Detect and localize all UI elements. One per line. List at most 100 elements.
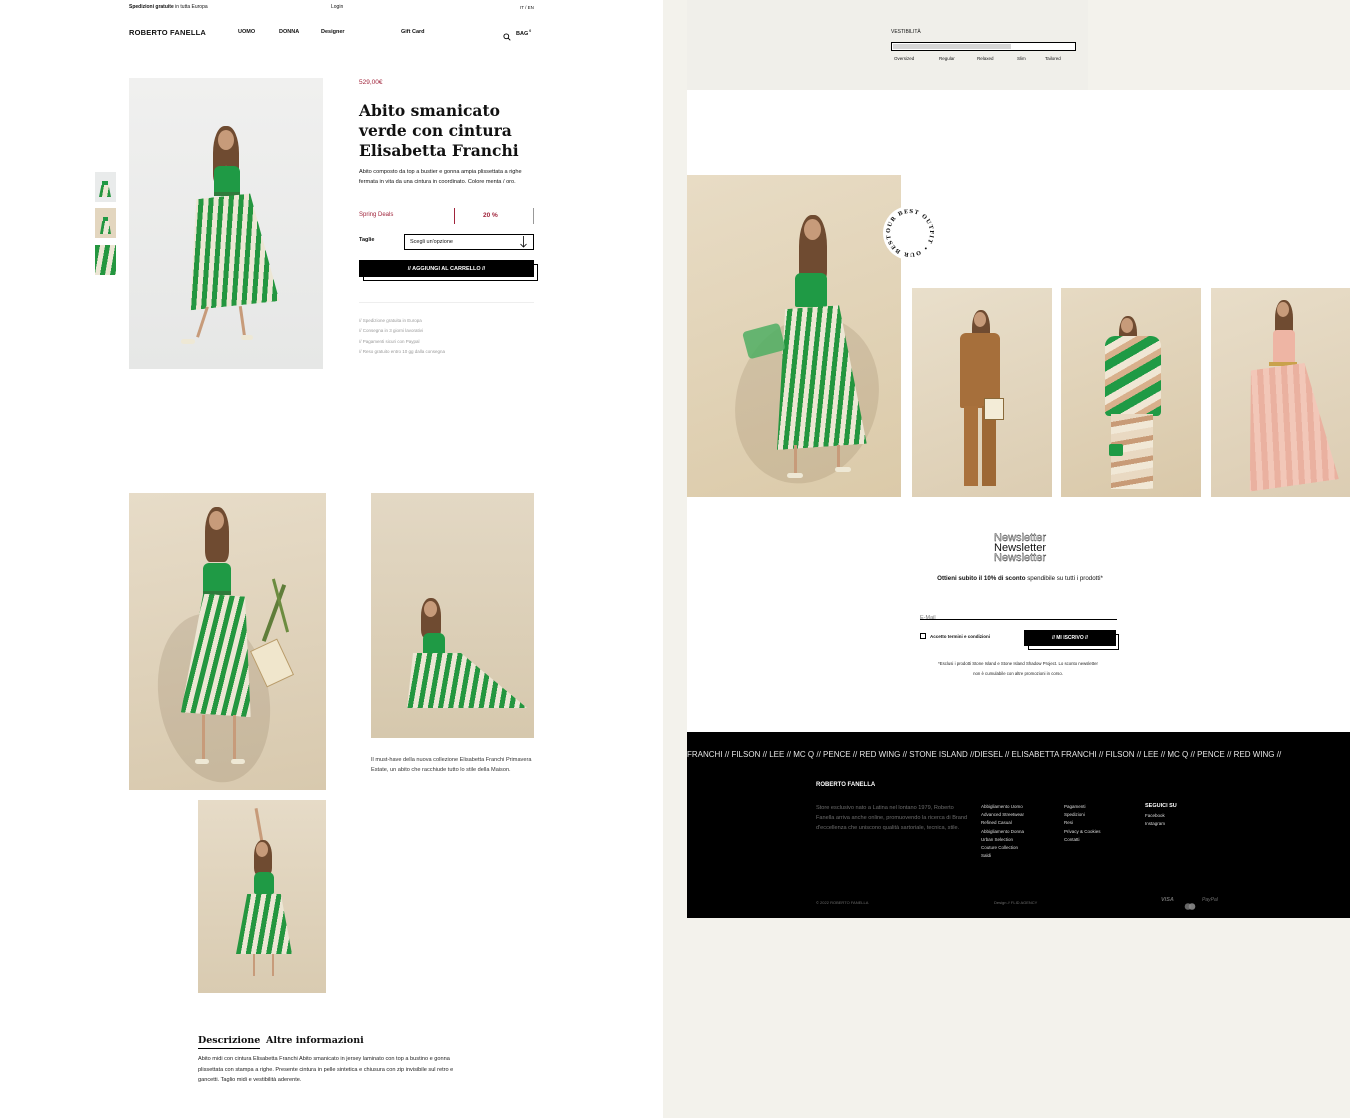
promo-end-divider	[533, 208, 534, 224]
newsletter-title-outline-bottom: Newsletter	[994, 552, 1046, 564]
subscribe-button[interactable]: // MI ISCRIVO //	[1024, 630, 1116, 646]
footer-logo[interactable]: ROBERTO FANELLA	[816, 782, 875, 788]
footer-shop-links: Abbigliamento Uomo Advanced Streetwear R…	[981, 804, 1024, 861]
shipping-notice: Spedizioni gratuite in tutta Europa	[129, 4, 208, 10]
mastercard-icon	[1184, 897, 1196, 910]
shipping-notice-rest: in tutta Europa	[173, 4, 208, 10]
editorial-caption: Il must-have della nuova collezione Elis…	[371, 757, 532, 773]
nav-designer[interactable]: Designer	[321, 29, 345, 35]
footer-link[interactable]: Advanced Streetwear	[981, 812, 1024, 817]
footer-link[interactable]: Contatti	[1064, 837, 1101, 842]
outfit-badge: OUR BEST OUTFIT • OUR BEST OUTFIT •	[879, 201, 938, 261]
footer-info-links: Pagamenti Spedizioni Resi Privacy & Cook…	[1064, 804, 1101, 845]
size-label: Taglie	[359, 237, 375, 243]
bag-count: 0	[529, 29, 532, 33]
bag-label: BAG	[516, 30, 529, 37]
fit-bar	[891, 42, 1076, 51]
editorial-image-3	[198, 800, 326, 993]
footer-link[interactable]: Resi	[1064, 820, 1101, 825]
footer-facebook-link[interactable]: Facebook	[1145, 813, 1165, 818]
footer-link[interactable]: Urban Selection	[981, 837, 1024, 842]
editorial-image-1	[129, 493, 326, 790]
main-product-image[interactable]	[129, 78, 323, 369]
divider	[359, 302, 534, 303]
outfit-image-2	[912, 288, 1052, 497]
product-title: Abito smanicato verde con cintura Elisab…	[359, 101, 549, 161]
newsletter-offer: Ottieni subito il 10% di sconto spendibi…	[930, 574, 1110, 584]
footer-about: Store esclusivo nato a Latina nel lontan…	[816, 805, 968, 831]
nav-donna[interactable]: DONNA	[279, 29, 299, 35]
terms-checkbox[interactable]	[920, 633, 926, 639]
editorial-image-2	[371, 493, 534, 738]
fit-option-tailored: Tailored	[1045, 56, 1061, 61]
visa-logo: VISA	[1161, 897, 1174, 903]
add-to-cart-button[interactable]: // AGGIUNGI AL CARRELLO //	[359, 260, 534, 277]
thumbnail-2[interactable]	[95, 208, 116, 238]
product-page: Spedizioni gratuite in tutta Europa Logi…	[0, 0, 663, 1118]
footer-link[interactable]: Spedizioni	[1064, 812, 1101, 817]
outfit-image-4	[1211, 288, 1350, 497]
tab-descrizione[interactable]: Descrizione	[198, 1035, 261, 1049]
arrow-down-icon	[520, 236, 527, 250]
footer-link[interactable]: Abbigliamento Uomo	[981, 804, 1024, 809]
perk-item: // Reso gratuito entro 10 gg dalla conse…	[359, 348, 446, 354]
product-description: Abito composto da top a bustier e gonna …	[359, 169, 522, 185]
tab-description-text: Abito midi con cintura Elisabetta Franch…	[198, 1056, 454, 1083]
nav-uomo[interactable]: UOMO	[238, 29, 255, 35]
perk-item: // Spedizione gratuita in Europa	[359, 318, 422, 323]
fit-panel: VESTIBILITÀ Oversized Regular Relaxed Sl…	[687, 0, 1088, 90]
brand-marquee: FRANCHI // FILSON // LEE // MC Q // PENC…	[687, 750, 1282, 759]
language-switch[interactable]: IT / EN	[520, 5, 534, 10]
fit-option-regular: Regular	[939, 56, 955, 61]
promo-value: 20 %	[483, 212, 498, 219]
footer: FRANCHI // FILSON // LEE // MC Q // PENC…	[687, 732, 1350, 918]
newsletter-offer-rest: spendibile su tutti i prodotti*	[1025, 575, 1103, 582]
paypal-logo: PayPal	[1202, 897, 1218, 903]
logo[interactable]: ROBERTO FANELLA	[129, 28, 206, 37]
email-field[interactable]	[920, 606, 1117, 621]
footer-instagram-link[interactable]: Instagram	[1145, 821, 1165, 826]
nav-gift-card[interactable]: Gift Card	[401, 29, 425, 35]
footer-link[interactable]: Abbigliamento Donna	[981, 829, 1024, 834]
footer-link[interactable]: Pagamenti	[1064, 804, 1101, 809]
product-title-line-3: Elisabetta Franchi	[359, 141, 519, 160]
newsletter-offer-bold: Ottieni subito il 10% di sconto	[937, 575, 1026, 582]
bag-link[interactable]: BAG0	[516, 29, 531, 37]
footer-social-links: Facebook Instagram	[1145, 813, 1165, 829]
footer-link[interactable]: Couture Collection	[981, 845, 1024, 850]
outfit-image-main	[687, 175, 901, 497]
promo-label: Spring Deals	[359, 212, 394, 218]
newsletter-disclaimer-line-1: *Esclusi i prodotti Stone Island e Stone…	[938, 661, 1098, 666]
newsletter-disclaimer-line-2: non è cumulabile con altre promozioni in…	[973, 671, 1063, 676]
promo-divider	[454, 208, 455, 224]
email-input[interactable]	[920, 615, 1117, 621]
perk-item: // Pagamenti sicuri con Paypal	[359, 338, 420, 344]
fit-bar-fill	[893, 44, 1011, 49]
price: 529,00€	[359, 79, 383, 86]
product-title-line-2: verde con cintura	[359, 121, 512, 140]
fit-option-slim: Slim	[1017, 56, 1026, 61]
fit-option-oversized: Oversized	[894, 56, 915, 61]
fit-option-relaxed: Relaxed	[977, 56, 994, 61]
footer-link[interactable]: Privacy & Cookies	[1064, 829, 1101, 834]
shipping-notice-bold: Spedizioni gratuite	[129, 4, 174, 10]
terms-label: Accetto termini e condizioni	[930, 634, 991, 639]
footer-credit: Design // FLID AGENCY	[994, 900, 1038, 905]
perk-item: // Consegna in 3 giorni lavorativi	[359, 328, 424, 334]
tab-altre-informazioni[interactable]: Altre informazioni	[266, 1035, 364, 1046]
outfit-image-3	[1061, 288, 1201, 497]
footer-link[interactable]: Refined Casual	[981, 820, 1024, 825]
product-title-line-1: Abito smanicato	[359, 101, 500, 120]
newsletter-title: Newsletter Newsletter Newsletter	[960, 532, 1080, 564]
search-icon[interactable]	[503, 28, 511, 46]
size-select[interactable]: Scegli un'opzione	[404, 234, 534, 250]
thumbnail-1[interactable]	[95, 172, 116, 202]
footer-link[interactable]: Saldi	[981, 853, 1024, 858]
newsletter-disclaimer: *Esclusi i prodotti Stone Island e Stone…	[918, 659, 1118, 679]
footer-social-title: SEGUICI SU	[1145, 803, 1177, 809]
login-link[interactable]: Login	[331, 4, 343, 10]
footer-copyright: © 2022 ROBERTO FANELLA	[816, 900, 869, 905]
size-select-value: Scegli un'opzione	[410, 239, 453, 245]
thumbnail-3[interactable]	[95, 245, 116, 275]
perks-list: // Spedizione gratuita in Europa // Cons…	[359, 316, 445, 357]
